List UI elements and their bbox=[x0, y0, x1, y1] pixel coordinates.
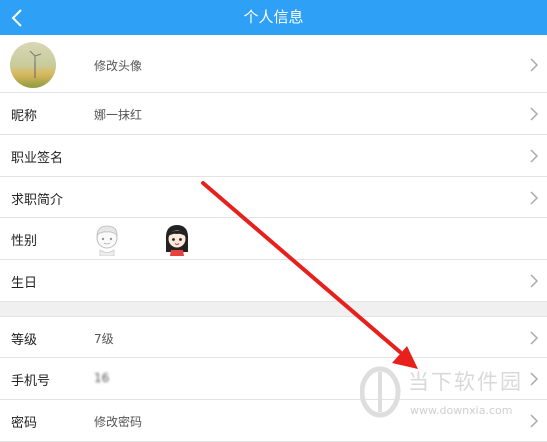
row-nickname[interactable]: 昵称 娜一抹红 bbox=[0, 93, 547, 135]
chevron-right-icon bbox=[530, 149, 539, 163]
chevron-right-icon bbox=[530, 107, 539, 121]
avatar[interactable] bbox=[10, 42, 56, 88]
male-avatar-icon[interactable] bbox=[90, 222, 124, 256]
level-label: 等级 bbox=[11, 333, 38, 348]
section-divider bbox=[0, 302, 547, 316]
chevron-right-icon bbox=[530, 191, 539, 205]
nickname-label: 昵称 bbox=[11, 109, 38, 124]
watermark-url: www.downxia.com bbox=[410, 404, 513, 417]
nickname-value: 娜一抹红 bbox=[94, 108, 143, 122]
row-intro[interactable]: 求职简介 bbox=[0, 177, 547, 218]
signature-label: 职业签名 bbox=[11, 151, 64, 166]
row-level[interactable]: 等级 7级 bbox=[0, 316, 547, 358]
watermark-text: 当下软件园 bbox=[408, 370, 523, 394]
gender-label: 性别 bbox=[11, 234, 38, 249]
row-avatar[interactable]: 修改头像 bbox=[0, 35, 547, 93]
phone-label: 手机号 bbox=[11, 374, 51, 389]
female-avatar-icon[interactable] bbox=[160, 222, 194, 256]
row-gender: 性别 bbox=[0, 218, 547, 260]
chevron-right-icon bbox=[530, 274, 539, 288]
chevron-right-icon bbox=[530, 58, 539, 72]
intro-label: 求职简介 bbox=[11, 193, 64, 208]
row-birthday[interactable]: 生日 bbox=[0, 260, 547, 302]
top-bar: 个人信息 bbox=[0, 0, 547, 35]
password-label: 密码 bbox=[11, 416, 38, 431]
avatar-edit-text: 修改头像 bbox=[94, 59, 143, 73]
chevron-right-icon bbox=[530, 331, 539, 345]
watermark: 当下软件园 www.downxia.com bbox=[360, 364, 547, 424]
row-signature[interactable]: 职业签名 bbox=[0, 135, 547, 177]
page-title: 个人信息 bbox=[243, 8, 304, 26]
watermark-logo-icon bbox=[360, 366, 401, 418]
birthday-label: 生日 bbox=[11, 276, 38, 291]
wind-turbine-icon bbox=[29, 50, 42, 78]
level-value: 7级 bbox=[94, 332, 114, 346]
phone-value: 16 bbox=[94, 371, 110, 385]
password-value: 修改密码 bbox=[94, 415, 143, 429]
